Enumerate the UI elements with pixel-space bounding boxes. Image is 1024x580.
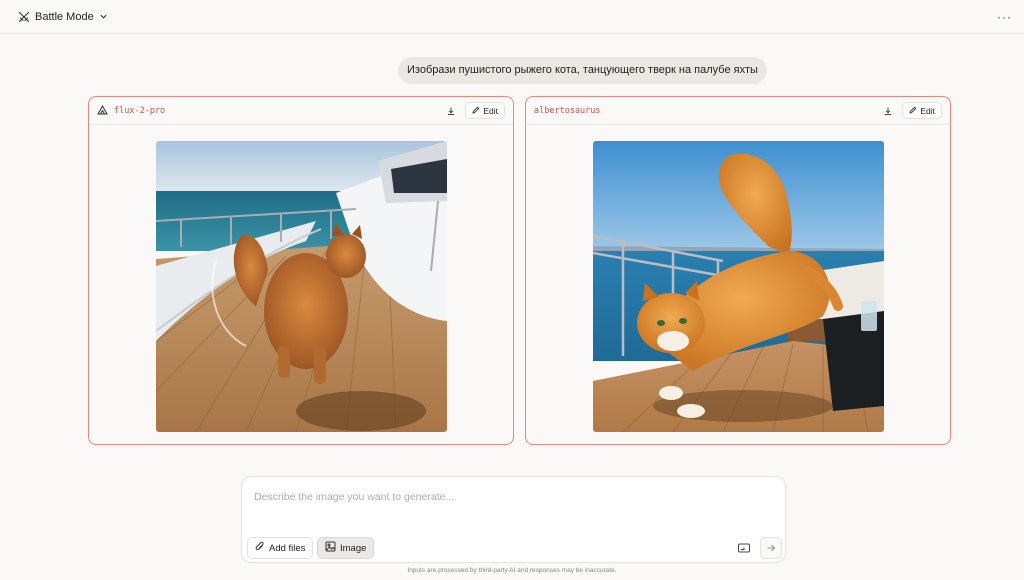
- edit-label: Edit: [920, 105, 935, 116]
- model-panel-a: flux-2-pro Edit: [88, 96, 514, 445]
- edit-button[interactable]: Edit: [465, 102, 505, 119]
- paperclip-icon: [255, 541, 265, 555]
- arrow-right-icon: [766, 541, 776, 556]
- more-horizontal-icon[interactable]: ···: [997, 10, 1012, 24]
- panel-header: albertosaurus Edit: [526, 97, 950, 125]
- prompt-composer: Add files Image: [241, 476, 786, 563]
- add-files-button[interactable]: Add files: [247, 537, 314, 559]
- edit-label: Edit: [483, 105, 498, 116]
- image-mode-button[interactable]: Image: [317, 537, 375, 559]
- download-icon[interactable]: [880, 103, 896, 119]
- model-name: albertosaurus: [534, 105, 601, 116]
- download-icon[interactable]: [443, 103, 459, 119]
- panel-header: flux-2-pro Edit: [89, 97, 513, 125]
- chevron-down-icon: [99, 12, 108, 21]
- aspect-ratio-icon[interactable]: [736, 540, 752, 556]
- generated-image[interactable]: [156, 141, 447, 432]
- send-button[interactable]: [760, 537, 782, 559]
- user-prompt-bubble: Изобрази пушистого рыжего кота, танцующе…: [398, 57, 767, 84]
- top-bar: Battle Mode ···: [0, 0, 1024, 34]
- model-name: flux-2-pro: [114, 105, 166, 116]
- image-icon: [325, 541, 336, 555]
- pencil-icon: [909, 106, 917, 116]
- pencil-icon: [472, 106, 480, 116]
- prompt-input[interactable]: [254, 491, 754, 503]
- battle-mode-selector[interactable]: Battle Mode: [18, 11, 108, 23]
- edit-button[interactable]: Edit: [902, 102, 942, 119]
- swords-icon: [18, 11, 30, 23]
- image-label: Image: [340, 542, 367, 554]
- add-files-label: Add files: [269, 542, 306, 554]
- mode-label: Battle Mode: [35, 10, 94, 23]
- model-triangle-icon: [97, 102, 108, 120]
- generated-image[interactable]: [593, 141, 884, 432]
- disclaimer: Inputs are processed by third-party AI a…: [407, 567, 617, 574]
- model-panel-b: albertosaurus Edit: [525, 96, 951, 445]
